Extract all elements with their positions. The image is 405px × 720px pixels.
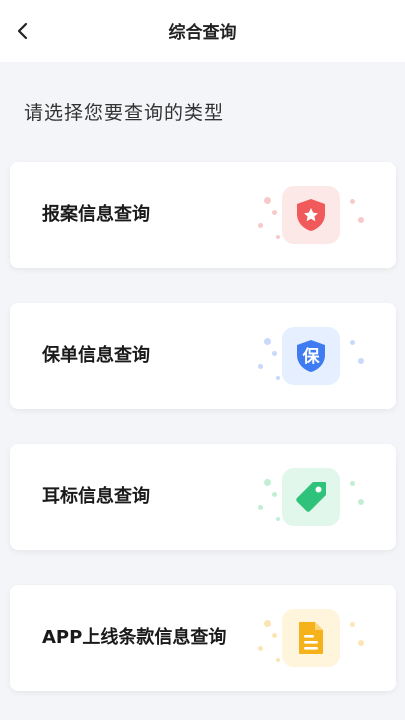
card-label: 耳标信息查询 bbox=[42, 486, 150, 507]
document-icon bbox=[299, 622, 323, 654]
svg-text:保: 保 bbox=[302, 346, 321, 367]
query-type-prompt: 请选择您要查询的类型 bbox=[24, 102, 225, 124]
tile: 保 bbox=[282, 327, 340, 385]
card-label: APP上线条款信息查询 bbox=[42, 627, 227, 648]
top-nav-bar: 综合查询 bbox=[0, 0, 405, 62]
shield-bao-icon: 保 bbox=[297, 340, 325, 372]
report-info-query-card[interactable]: 报案信息查询 bbox=[10, 162, 396, 268]
tile bbox=[282, 186, 340, 244]
shield-star-icon bbox=[297, 199, 325, 231]
icon-decoration bbox=[250, 175, 380, 255]
icon-decoration bbox=[250, 457, 380, 537]
tile bbox=[282, 468, 340, 526]
icon-decoration bbox=[250, 598, 380, 678]
ear-tag-info-query-card[interactable]: 耳标信息查询 bbox=[10, 444, 396, 550]
icon-decoration: 保 bbox=[250, 316, 380, 396]
tile bbox=[282, 609, 340, 667]
card-label: 保单信息查询 bbox=[42, 345, 150, 366]
tag-icon bbox=[296, 482, 326, 512]
card-label: 报案信息查询 bbox=[42, 204, 150, 225]
app-terms-info-query-card[interactable]: APP上线条款信息查询 bbox=[10, 585, 396, 691]
policy-info-query-card[interactable]: 保单信息查询 保 bbox=[10, 303, 396, 409]
page-title: 综合查询 bbox=[168, 23, 237, 43]
